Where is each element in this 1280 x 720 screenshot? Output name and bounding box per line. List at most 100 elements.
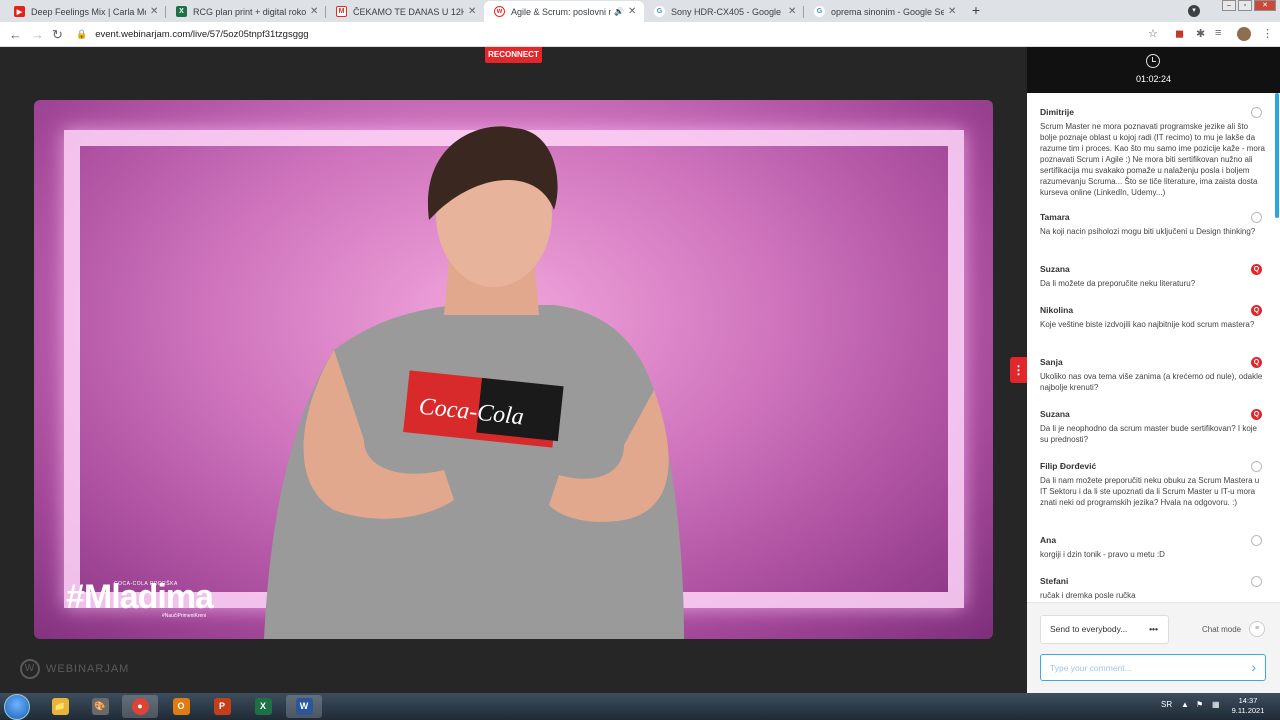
- chat-message: Tamara Na koji nacin psiholozi mogu biti…: [1040, 212, 1265, 237]
- address-bar[interactable]: 🔒 event.webinarjam.com/live/57/5oz05tnpf…: [70, 25, 1170, 44]
- chat-scrollbar[interactable]: [1275, 93, 1279, 218]
- taskbar-clock[interactable]: 14:37 9.11.2021: [1228, 696, 1268, 716]
- chat-message: Stefani ručak i dremka posle ručka: [1040, 576, 1265, 601]
- extensions-puzzle-icon[interactable]: ✱: [1196, 27, 1205, 40]
- bookmark-star-icon[interactable]: ☆: [1148, 27, 1158, 40]
- status-circle-icon[interactable]: [1251, 212, 1262, 223]
- chat-compose-area: Send to everybody... ••• Chat mode ≡ ›: [1027, 602, 1280, 693]
- tab-google-sony[interactable]: G Sony HDR-CX405 - Google Search ✕: [644, 1, 804, 22]
- word-icon: W: [295, 698, 313, 715]
- youtube-icon: ▶: [14, 6, 25, 17]
- powerpoint-icon: P: [213, 698, 231, 715]
- status-circle-icon[interactable]: [1251, 576, 1262, 587]
- flag-icon[interactable]: ⚑: [1196, 700, 1203, 709]
- taskbar-chrome[interactable]: ●: [122, 695, 158, 718]
- message-text: Koje veštine biste izdvojili kao najbitn…: [1040, 320, 1255, 329]
- taskbar-powerpoint[interactable]: P: [204, 695, 240, 718]
- tab-webinar[interactable]: w Agile & Scrum: poslovni mindset 🔊 ✕: [484, 1, 644, 22]
- gmail-icon: M: [336, 6, 347, 17]
- message-text: Scrum Master ne mora poznavati programsk…: [1040, 122, 1265, 197]
- start-button[interactable]: [4, 694, 30, 720]
- maximize-button[interactable]: ▫: [1238, 0, 1252, 11]
- status-circle-icon[interactable]: [1251, 535, 1262, 546]
- message-text: ručak i dremka posle ručka: [1040, 591, 1136, 600]
- minimize-button[interactable]: –: [1222, 0, 1236, 11]
- question-badge-icon[interactable]: Q: [1251, 409, 1262, 420]
- clock-time: 14:37: [1238, 696, 1258, 705]
- question-badge-icon[interactable]: Q: [1251, 305, 1262, 316]
- chat-mode-icon[interactable]: ≡: [1249, 621, 1265, 637]
- window-controls: – ▫ ✕: [1220, 0, 1276, 11]
- tab-excel[interactable]: X RCG plan print + digital rokovi FINAL …: [166, 1, 326, 22]
- reconnect-button[interactable]: RECONNECT: [485, 47, 542, 63]
- brand-text: WEBINARJAM: [46, 663, 130, 675]
- tab-youtube[interactable]: ▶ Deep Feelings Mix | Carla Morrison ✕: [4, 1, 166, 22]
- browser-tab-bar: ▶ Deep Feelings Mix | Carla Morrison ✕ X…: [0, 0, 1280, 22]
- send-to-label: Send to everybody...: [1050, 624, 1128, 634]
- message-author: Tamara: [1040, 212, 1070, 222]
- question-badge-icon[interactable]: Q: [1251, 264, 1262, 275]
- webinar-main-area: RECONNECT Coca-Cola #Mladima COCA-COLA P…: [0, 47, 1027, 693]
- presenter-video: Coca-Cola: [264, 126, 684, 639]
- menu-kebab-icon[interactable]: ⋮: [1262, 27, 1273, 40]
- speaker-icon[interactable]: 🔊: [614, 7, 624, 16]
- new-tab-button[interactable]: +: [968, 3, 984, 19]
- send-to-select[interactable]: Send to everybody... •••: [1040, 615, 1169, 644]
- tray-arrow-icon[interactable]: ▲: [1181, 700, 1189, 709]
- logo-subtitle-bottom: #NaučiPrimeniKreni: [162, 613, 207, 619]
- logo-subtitle-top: COCA-COLA PODRŠKA: [114, 581, 178, 587]
- close-icon[interactable]: ✕: [468, 6, 478, 17]
- taskbar-word[interactable]: W: [286, 695, 322, 718]
- profile-avatar[interactable]: [1237, 27, 1251, 41]
- url-text: event.webinarjam.com/live/57/5oz05tnpf31…: [95, 29, 309, 40]
- webinarjam-logo-icon: W: [20, 659, 40, 679]
- taskbar-paint[interactable]: 🎨: [82, 695, 118, 718]
- windows-taskbar: 📁 🎨 ● O P X W SR ▲ ⚑ ▦ 14:37 9.11.2021: [0, 693, 1280, 720]
- extension-badge-icon[interactable]: ◼: [1175, 27, 1184, 40]
- elapsed-timer: 01:02:24: [1135, 74, 1172, 84]
- chat-message: Filip Đorđević Da li nam možete preporuč…: [1040, 461, 1265, 508]
- more-dots-icon: •••: [1149, 624, 1158, 634]
- chat-message: Suzana Da li možete da preporučite neku …: [1040, 264, 1265, 289]
- close-icon[interactable]: ✕: [150, 6, 160, 17]
- back-arrow-icon[interactable]: ←: [9, 27, 22, 42]
- forward-arrow-icon[interactable]: →: [31, 27, 44, 42]
- send-arrow-icon[interactable]: ›: [1251, 659, 1256, 675]
- excel-icon: X: [254, 698, 272, 715]
- tab-google-oprema[interactable]: G oprema sinonim - Google Search ✕: [804, 1, 964, 22]
- close-icon[interactable]: ✕: [948, 6, 958, 17]
- taskbar-explorer[interactable]: 📁: [42, 695, 78, 718]
- comment-input[interactable]: [1041, 655, 1231, 680]
- language-indicator[interactable]: SR: [1161, 700, 1172, 709]
- address-toolbar: ← → ↻ 🔒 event.webinarjam.com/live/57/5oz…: [0, 22, 1280, 47]
- chat-message: Sanja Ukoliko nas ova tema više zanima (…: [1040, 357, 1265, 393]
- reading-list-icon[interactable]: ≡: [1215, 27, 1221, 39]
- taskbar-outlook[interactable]: O: [163, 695, 199, 718]
- close-icon[interactable]: ✕: [310, 6, 320, 17]
- close-icon[interactable]: ✕: [788, 6, 798, 17]
- chat-message: Suzana Da li je neophodno da scrum maste…: [1040, 409, 1265, 445]
- tab-title: ČEKAMO TE DANAS U 12H NA FACE: [353, 6, 464, 17]
- tab-title: oprema sinonim - Google Search: [831, 6, 944, 17]
- message-text: Da li možete da preporučite neku literat…: [1040, 279, 1196, 288]
- message-text: Ukoliko nas ova tema više zanima (a kreć…: [1040, 372, 1263, 392]
- panel-toggle-button[interactable]: ⋮: [1010, 357, 1027, 383]
- status-circle-icon[interactable]: [1251, 107, 1262, 118]
- excel-icon: X: [176, 6, 187, 17]
- status-circle-icon[interactable]: [1251, 461, 1262, 472]
- tab-gmail[interactable]: M ČEKAMO TE DANAS U 12H NA FACE ✕: [326, 1, 484, 22]
- google-icon: G: [814, 6, 825, 17]
- reload-icon[interactable]: ↻: [52, 27, 63, 43]
- message-author: Filip Đorđević: [1040, 461, 1097, 471]
- webinarjam-watermark: W WEBINARJAM: [20, 659, 129, 679]
- tab-search-icon[interactable]: ▾: [1188, 5, 1200, 17]
- chat-message: Nikolina Koje veštine biste izdvojili ka…: [1040, 305, 1265, 330]
- tab-title: Agile & Scrum: poslovni mindset: [511, 6, 611, 17]
- taskbar-excel[interactable]: X: [245, 695, 281, 718]
- comment-box: ›: [1040, 654, 1266, 681]
- network-icon[interactable]: ▦: [1212, 700, 1220, 709]
- window-close-button[interactable]: ✕: [1254, 0, 1276, 11]
- question-badge-icon[interactable]: Q: [1251, 357, 1262, 368]
- chat-messages-list[interactable]: Dimitrije Scrum Master ne mora poznavati…: [1027, 93, 1280, 602]
- close-icon[interactable]: ✕: [628, 6, 638, 17]
